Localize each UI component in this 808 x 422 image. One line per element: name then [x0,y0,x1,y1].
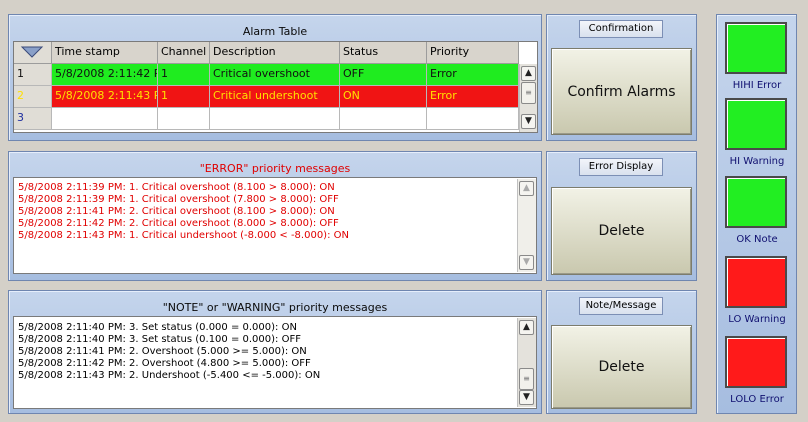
scroll-thumb[interactable]: ≡ [519,368,534,390]
list-item: 5/8/2008 2:11:39 PM: 1. Critical oversho… [18,194,339,205]
confirmation-caption: Confirmation [579,20,663,38]
row-status [340,108,427,130]
scroll-down-icon[interactable]: ▼ [519,390,534,405]
row-description [210,108,340,130]
list-item: 5/8/2008 2:11:42 PM: 2. Overshoot (4.800… [18,358,311,369]
list-item: 5/8/2008 2:11:40 PM: 3. Set status (0.00… [18,322,297,333]
column-header-description[interactable]: Description [210,42,340,64]
row-priority [427,108,519,130]
delete-errors-button[interactable]: Delete [551,187,692,275]
note-list-scrollbar[interactable]: ▲ ≡ ▼ [517,318,536,407]
scroll-down-icon[interactable]: ▼ [521,114,536,129]
row-channel: 1 [158,86,210,108]
table-header-row: Time stamp Channel Description Status Pr… [14,42,537,64]
scroll-thumb[interactable]: ≡ [521,82,536,104]
hi-warning-label: HI Warning [729,156,785,167]
list-item: 5/8/2008 2:11:41 PM: 2. Overshoot (5.000… [18,346,307,357]
column-header-timestamp[interactable]: Time stamp [52,42,158,64]
ok-note-led [725,176,787,228]
hihi-error-label: HIHI Error [732,80,782,91]
hihi-error-led [725,22,787,74]
row-timestamp: 5/8/2008 2:11:43 P [52,86,158,108]
error-messages-title: "ERROR" priority messages [199,162,351,175]
column-header-status[interactable]: Status [340,42,427,64]
row-number: 2 [14,86,52,108]
row-timestamp [52,108,158,130]
row-timestamp: 5/8/2008 2:11:42 P [52,64,158,86]
list-item: 5/8/2008 2:11:39 PM: 1. Critical oversho… [18,182,335,193]
row-priority: Error [427,86,519,108]
ok-note-label: OK Note [736,234,778,245]
list-item: 5/8/2008 2:11:40 PM: 3. Set status (0.10… [18,334,301,345]
delete-notes-button[interactable]: Delete [551,325,692,409]
table-row[interactable]: 1 5/8/2008 2:11:42 P 1 Critical overshoo… [14,64,537,86]
error-list-scrollbar[interactable]: ▲ ▼ [517,179,536,272]
alarm-table: Time stamp Channel Description Status Pr… [13,41,538,133]
lo-warning-led [725,256,787,308]
row-description: Critical overshoot [210,64,340,86]
note-messages-list[interactable]: 5/8/2008 2:11:40 PM: 3. Set status (0.00… [13,316,537,409]
sort-triangle-icon[interactable] [14,42,52,64]
row-number: 3 [14,108,52,130]
lolo-error-led [725,336,787,388]
scroll-down-icon[interactable]: ▼ [519,255,534,270]
list-item: 5/8/2008 2:11:42 PM: 2. Critical oversho… [18,218,339,229]
row-status: OFF [340,64,427,86]
row-description: Critical undershoot [210,86,340,108]
lo-warning-label: LO Warning [728,314,786,325]
alarm-table-title: Alarm Table [242,25,308,38]
table-row[interactable]: 3 [14,108,537,130]
row-number: 1 [14,64,52,86]
column-header-priority[interactable]: Priority [427,42,519,64]
table-row[interactable]: 2 5/8/2008 2:11:43 P 1 Critical undersho… [14,86,537,108]
hi-warning-led [725,98,787,150]
row-channel: 1 [158,64,210,86]
note-messages-title: "NOTE" or "WARNING" priority messages [162,301,388,314]
column-header-channel[interactable]: Channel [158,42,210,64]
confirm-alarms-button[interactable]: Confirm Alarms [551,48,692,135]
list-item: 5/8/2008 2:11:43 PM: 2. Undershoot (-5.4… [18,370,321,381]
row-status: ON [340,86,427,108]
error-display-caption: Error Display [579,158,663,176]
scroll-up-icon[interactable]: ▲ [521,66,536,81]
row-priority: Error [427,64,519,86]
scroll-up-icon[interactable]: ▲ [519,320,534,335]
scroll-up-icon[interactable]: ▲ [519,181,534,196]
note-message-caption: Note/Message [579,297,663,315]
row-channel [158,108,210,130]
list-item: 5/8/2008 2:11:43 PM: 1. Critical undersh… [18,230,349,241]
error-messages-list[interactable]: 5/8/2008 2:11:39 PM: 1. Critical oversho… [13,177,537,274]
list-item: 5/8/2008 2:11:41 PM: 2. Critical oversho… [18,206,335,217]
lolo-error-label: LOLO Error [730,394,784,405]
table-scrollbar[interactable]: ▲ ≡ ▼ [519,64,537,132]
